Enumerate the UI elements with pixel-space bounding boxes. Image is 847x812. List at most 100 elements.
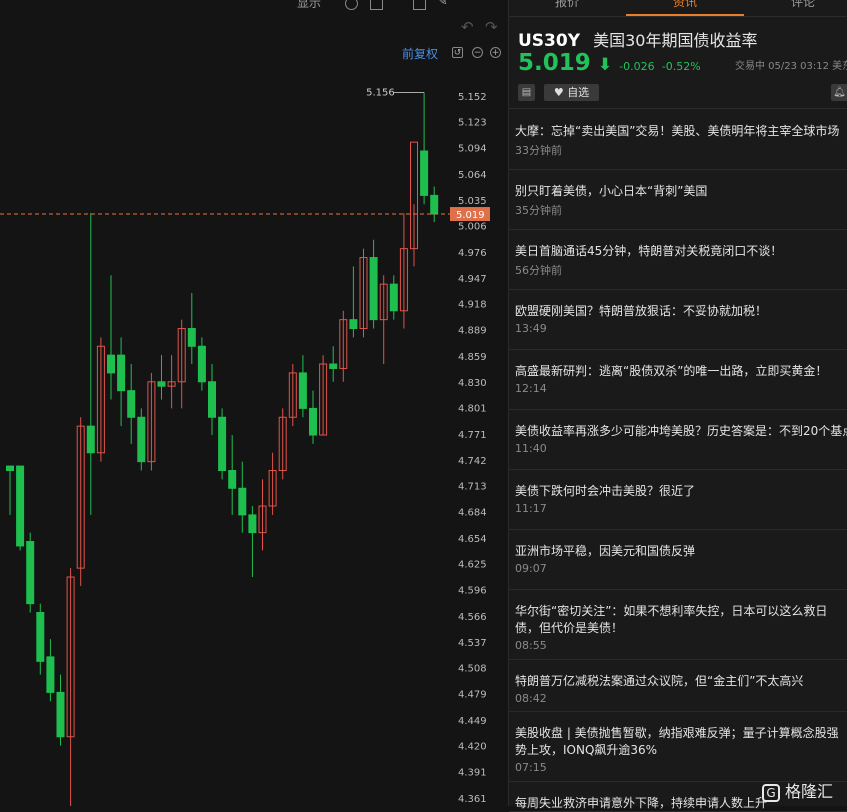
- candle: [197, 337, 206, 391]
- candle: [420, 92, 429, 205]
- arrow-down-icon: ⬇: [597, 55, 613, 75]
- candle-body: [56, 691, 65, 738]
- candle: [56, 674, 65, 746]
- price-adjust-toggle[interactable]: 前复权: [402, 45, 438, 62]
- bell-icon[interactable]: 🔔︎: [831, 84, 847, 101]
- news-item[interactable]: 特朗普万亿减税法案通过众议院，但“金主们”不太高兴 08:42: [509, 659, 847, 712]
- news-item[interactable]: 高盛最新研判：逃离“股债双杀”的唯一出路，立即买黄金！ 12:14: [509, 349, 847, 410]
- candle: [309, 390, 317, 444]
- undo-icon[interactable]: ↶: [461, 18, 474, 36]
- pencil-icon[interactable]: ✎: [437, 0, 450, 9]
- news-item[interactable]: 亚洲市场平稳，因美元和国债反弹 09:07: [509, 529, 847, 590]
- candle-body: [420, 150, 429, 196]
- candle: [410, 141, 418, 267]
- news-title: 美债收益率再涨多少可能冲垮美股？历史答案是：不到20个基点: [515, 424, 847, 438]
- display-menu[interactable]: 显示: [297, 0, 321, 11]
- news-item[interactable]: 美股收盘 | 美债抛售暂歇，纳指艰难反弹；量子计算概念股强势上攻，IONQ飙升逾…: [509, 711, 847, 782]
- news-item[interactable]: 美日首脑通话45分钟，特朗普对关税竟闭口不谈！ 56分钟前: [509, 229, 847, 290]
- candle: [258, 479, 267, 551]
- y-tick-label: 4.801: [458, 404, 487, 415]
- plus-circle-icon[interactable]: +: [490, 47, 501, 58]
- note-icon[interactable]: ▤: [518, 84, 535, 101]
- candle-body: [389, 283, 398, 312]
- window-icon[interactable]: [370, 0, 383, 10]
- price-change-pct: -0.52%: [661, 60, 701, 73]
- y-tick-label: 4.771: [458, 430, 487, 441]
- y-tick-label: 5.064: [458, 170, 487, 181]
- news-item[interactable]: 美债收益率再涨多少可能冲垮美股？历史答案是：不到20个基点 11:40: [509, 409, 847, 470]
- news-title: 美债下跌何时会冲击美股？很近了: [515, 484, 696, 498]
- candle: [167, 355, 176, 409]
- news-time: 08:42: [515, 692, 547, 705]
- brand-watermark: G 格隆汇: [762, 778, 834, 802]
- symbol-header: US30Y 美国30年期国债收益率: [518, 27, 757, 51]
- candle: [339, 310, 348, 382]
- news-title: 亚洲市场平稳，因美元和国债反弹: [515, 544, 696, 558]
- candle-body: [157, 381, 166, 387]
- candle-body: [208, 381, 216, 418]
- candle: [248, 506, 257, 578]
- candle-body: [86, 425, 95, 454]
- candle-body: [187, 328, 196, 347]
- candle-body: [36, 612, 45, 662]
- candle: [298, 355, 307, 418]
- candlestick-chart[interactable]: 5.019 5.156 5.152 5.123 5.094 5.064 5.035 5.00…: [0, 0, 508, 806]
- candle-body: [26, 541, 35, 605]
- candle-body: [46, 656, 55, 693]
- candle-body: [218, 416, 227, 472]
- y-tick-label: 5.006: [458, 222, 487, 233]
- candle-body: [298, 372, 307, 409]
- y-tick-label: 4.566: [458, 612, 487, 623]
- y-tick-label: 4.889: [458, 325, 487, 336]
- gear-icon[interactable]: [345, 0, 358, 10]
- news-item[interactable]: 美债下跌何时会冲击美股？很近了 11:17: [509, 469, 847, 530]
- news-item[interactable]: 欧盟硬刚美国？特朗普放狠话：不妥协就加税！ 13:49: [509, 289, 847, 350]
- candle: [319, 355, 328, 436]
- chart-area[interactable]: 5.019 5.156 5.152 5.123 5.094 5.064 5.035 5.00…: [0, 0, 508, 806]
- candle: [16, 465, 25, 551]
- news-time: 08:55: [515, 639, 547, 652]
- news-item[interactable]: 华尔街“密切关注”：如果不想利率失控，日本可以这么救日债，但代价是美债！ 08:5…: [509, 589, 847, 660]
- price-line: 5.019 ⬇ -0.026 -0.52%: [518, 50, 701, 76]
- news-time: 11:17: [515, 502, 547, 515]
- news-time: 35分钟前: [515, 204, 562, 217]
- tab-news[interactable]: 资讯: [673, 0, 697, 10]
- y-tick-label: 4.420: [458, 742, 487, 753]
- candle: [389, 275, 398, 320]
- candle-body: [16, 465, 25, 547]
- tab-quote[interactable]: 报价: [555, 0, 579, 10]
- active-tab-indicator: [626, 14, 744, 16]
- candle: [218, 408, 227, 480]
- y-tick-label: 4.508: [458, 664, 487, 675]
- high-marker-label: 5.156: [366, 87, 395, 98]
- price-change: -0.026: [619, 60, 655, 73]
- news-item[interactable]: 大摩：忘掉“卖出美国”交易！美股、美债明年将主宰全球市场 33分钟前: [509, 109, 847, 170]
- y-tick-label: 4.361: [458, 794, 487, 805]
- y-tick-label: 4.918: [458, 300, 487, 311]
- minus-circle-icon[interactable]: −: [472, 47, 483, 58]
- y-tick-label: 4.449: [458, 716, 487, 727]
- redo-icon[interactable]: ↷: [485, 18, 498, 36]
- tab-comments[interactable]: 评论: [791, 0, 815, 10]
- y-tick-label: 5.035: [458, 196, 487, 207]
- add-watchlist-button[interactable]: ♥ 自选: [544, 84, 599, 101]
- news-time: 09:07: [515, 562, 547, 575]
- quote-panel: 报价 资讯 评论 US30Y 美国30年期国债收益率 5.019 ⬇ -0.02…: [508, 0, 847, 812]
- candle: [86, 213, 95, 515]
- candle: [6, 465, 14, 515]
- candle-body: [127, 390, 136, 418]
- news-item[interactable]: 别只盯着美债，小心日本“背刺”美国 35分钟前: [509, 169, 847, 230]
- candle: [379, 275, 388, 365]
- y-tick-label: 4.391: [458, 767, 487, 778]
- news-time: 12:14: [515, 382, 547, 395]
- y-tick-label: 4.479: [458, 689, 487, 700]
- reset-icon[interactable]: ↺: [452, 47, 463, 58]
- news-title: 特朗普万亿减税法案通过众议院，但“金主们”不太高兴: [515, 674, 804, 688]
- camera-icon[interactable]: [413, 0, 426, 10]
- brand-logo-icon: G: [762, 783, 780, 802]
- heart-icon: ♥: [553, 86, 564, 99]
- y-tick-label: 4.596: [458, 585, 487, 596]
- candle: [46, 639, 55, 702]
- candle-body: [197, 345, 206, 383]
- brand-name: 格隆汇: [785, 782, 834, 801]
